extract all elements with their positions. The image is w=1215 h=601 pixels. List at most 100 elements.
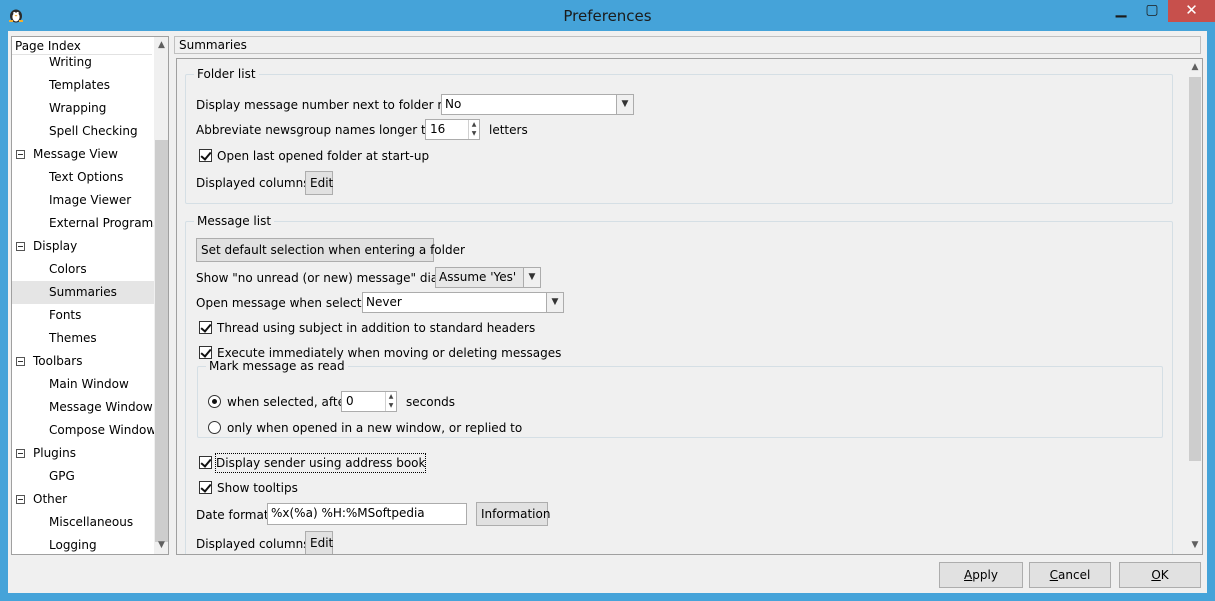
tree-item-label: Themes (49, 331, 97, 345)
scroll-down-arrow-icon[interactable]: ▼ (154, 537, 168, 554)
tree-item[interactable]: Themes (12, 327, 154, 350)
only-when-label[interactable]: only when opened in a new window, or rep… (227, 419, 522, 437)
tree-item-label: Plugins (33, 446, 76, 460)
when-selected-label[interactable]: when selected, after (227, 393, 350, 411)
tree-item[interactable]: Colors (12, 258, 154, 281)
ok-button[interactable]: OK (1119, 562, 1201, 588)
scroll-up-arrow-icon[interactable]: ▲ (1187, 59, 1202, 76)
msgnum-combo[interactable]: No ▼ (441, 94, 634, 115)
folder-columns-label: Displayed columns (196, 176, 310, 190)
tree-item-label: Image Viewer (49, 193, 132, 207)
collapse-minus-icon[interactable] (16, 150, 25, 159)
cancel-button[interactable]: Cancel (1029, 562, 1111, 588)
folder-list-legend: Folder list (197, 67, 256, 81)
spinner-arrows-icon[interactable]: ▲ ▼ (385, 392, 396, 411)
title-bar: Preferences ▁ ▢ ✕ (0, 0, 1215, 31)
date-format-value: %x(%a) %H:%MSoftpedia (271, 506, 425, 520)
minimize-button[interactable]: ▁ (1106, 0, 1136, 22)
tree-item[interactable]: Spell Checking (12, 120, 154, 143)
tree-item-label: Writing (49, 55, 92, 69)
sender-checkbox[interactable] (199, 456, 212, 469)
execute-checkbox[interactable] (199, 346, 212, 359)
seconds-label: seconds (406, 395, 456, 409)
msgnum-label: Display message number next to folder na… (196, 98, 472, 112)
tree-item[interactable]: Plugins (12, 442, 154, 465)
tree-scrollbar[interactable]: ▲ ▼ (154, 37, 168, 554)
date-format-input[interactable]: %x(%a) %H:%MSoftpedia (267, 503, 467, 525)
open-when-combo[interactable]: Never ▼ (362, 292, 564, 313)
only-when-radio[interactable] (208, 421, 221, 434)
thread-checkbox[interactable] (199, 321, 212, 334)
sender-label[interactable]: Display sender using address book (214, 453, 427, 473)
open-last-checkbox[interactable] (199, 149, 212, 162)
collapse-minus-icon[interactable] (16, 495, 25, 504)
tree-item[interactable]: Miscellaneous (12, 511, 154, 534)
tooltips-checkbox[interactable] (199, 481, 212, 494)
message-columns-edit-button[interactable]: Edit (305, 531, 333, 554)
open-last-label[interactable]: Open last opened folder at start-up (217, 147, 429, 165)
window-title: Preferences (563, 7, 652, 25)
cancel-label: Cancel (1049, 568, 1091, 582)
tree-item[interactable]: Writing (12, 51, 154, 74)
apply-button[interactable]: Apply (939, 562, 1023, 588)
seconds-spinner[interactable]: 0 ▲ ▼ (341, 391, 397, 412)
tree-item[interactable]: Wrapping (12, 97, 154, 120)
tree-item[interactable]: Text Options (12, 166, 154, 189)
mark-read-legend: Mark message as read (209, 359, 345, 373)
tree-item[interactable]: Other (12, 488, 154, 511)
pane-scrollbar[interactable]: ▲ ▼ (1187, 59, 1202, 554)
scroll-down-arrow-icon[interactable]: ▼ (1187, 537, 1202, 554)
tree-item[interactable]: Fonts (12, 304, 154, 327)
abbrev-label: Abbreviate newsgroup names longer than (196, 123, 449, 137)
thread-label[interactable]: Thread using subject in addition to stan… (217, 319, 535, 337)
chevron-down-icon[interactable]: ▼ (523, 268, 540, 287)
maximize-button[interactable]: ▢ (1137, 0, 1167, 22)
tree-item[interactable]: Main Window (12, 373, 154, 396)
folder-columns-edit-button[interactable]: Edit (305, 171, 333, 195)
tree-item[interactable]: External Programs (12, 212, 159, 235)
abbrev-spinner[interactable]: 16 ▲ ▼ (425, 119, 480, 140)
tooltips-label[interactable]: Show tooltips (217, 479, 298, 497)
tree-item-label: Miscellaneous (49, 515, 134, 529)
tree-item-label: Wrapping (49, 101, 107, 115)
tree-item[interactable]: GPG (12, 465, 154, 488)
tree-item[interactable]: Message Window (12, 396, 154, 419)
default-selection-button[interactable]: Set default selection when entering a fo… (196, 238, 465, 262)
tree-item[interactable]: Compose Window (12, 419, 157, 442)
close-button[interactable]: ✕ (1168, 0, 1215, 22)
spinner-arrows-icon[interactable]: ▲ ▼ (468, 120, 479, 139)
pane-scroll-thumb[interactable] (1189, 77, 1201, 461)
tree-item[interactable]: Logging (12, 534, 154, 554)
collapse-minus-icon[interactable] (16, 242, 25, 251)
tree-item[interactable]: Toolbars (12, 350, 154, 373)
no-unread-combo[interactable]: Assume 'Yes' ▼ (435, 267, 541, 288)
page-index-tree[interactable]: Page Index Writing Templates Wrapping Spell… (11, 36, 169, 555)
tree-scroll-thumb[interactable] (155, 140, 168, 542)
dialog-client-area: Page Index Writing Templates Wrapping Spell… (8, 31, 1207, 593)
information-button[interactable]: Information (476, 502, 550, 526)
when-selected-radio[interactable] (208, 395, 221, 408)
chevron-down-icon[interactable]: ▼ (546, 293, 563, 312)
tree-item[interactable]: Display (12, 235, 154, 258)
tree-item-label: Main Window (49, 377, 129, 391)
collapse-minus-icon[interactable] (16, 357, 25, 366)
chevron-down-icon[interactable]: ▼ (616, 95, 633, 114)
tree-item-label: Message Window (49, 400, 153, 414)
tree-item[interactable]: Message View (12, 143, 154, 166)
message-list-legend: Message list (197, 214, 272, 228)
tree-item-label: Colors (49, 262, 87, 276)
tree-item[interactable]: Image Viewer (12, 189, 154, 212)
seconds-value: 0 (346, 394, 354, 408)
tree-item-label: Compose Window (49, 423, 157, 437)
tree-item[interactable]: Templates (12, 74, 154, 97)
settings-pane: Folder list Display message number next … (176, 58, 1203, 555)
tree-item-label: Message View (33, 147, 118, 161)
abbrev-value: 16 (430, 122, 446, 136)
scroll-up-arrow-icon[interactable]: ▲ (154, 37, 168, 54)
collapse-minus-icon[interactable] (16, 449, 25, 458)
tree-item-label: Fonts (49, 308, 82, 322)
tree-item[interactable]: Summaries (12, 281, 154, 304)
tree-item-label: Spell Checking (49, 124, 138, 138)
msgnum-value: No (445, 97, 462, 111)
abbrev-unit: letters (489, 123, 528, 137)
